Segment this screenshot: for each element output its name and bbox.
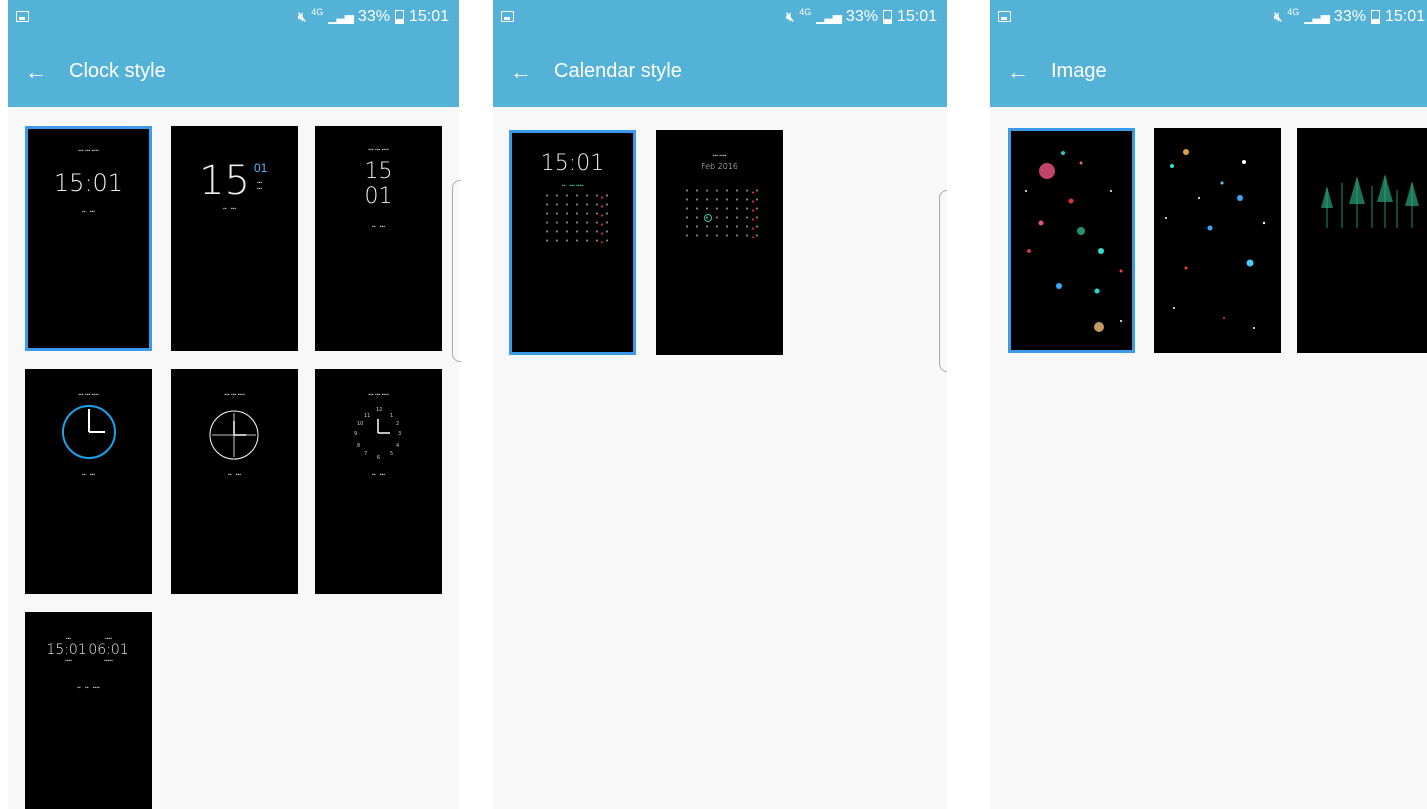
battery-percent: 33% [1333, 8, 1366, 25]
clock-style-screen: 🔇︎ 4G ▁▃▅ 33% 15:01 ← Clock style ▪▪▪ ▪▪… [8, 0, 459, 809]
signal-icon: ▁▃▅ [1304, 10, 1330, 24]
clock-style-split[interactable]: ▪▪▪ ▪▪▪ ▪▪▪▪ 15 01 ▪▪ ▪▪▪ [315, 126, 442, 351]
app-bar: ← Calendar style [493, 36, 947, 107]
clock-style-digital[interactable]: ▪▪▪ ▪▪▪ ▪▪▪▪ 15:01 ▪▪ ▪▪▪ [25, 126, 152, 351]
clock-style-analog-numbers[interactable]: ▪▪▪ ▪▪▪ ▪▪▪▪ 12 3 6 9 1245 7 8 10 11 ▪▪ ▪▪▪ [315, 369, 442, 594]
stars-image [1165, 149, 1266, 329]
mute-icon: 🔇︎ [298, 9, 307, 24]
preview-time: 15:01 [540, 151, 605, 176]
svg-text:4: 4 [396, 443, 399, 449]
svg-text:8: 8 [357, 443, 360, 449]
svg-text:7: 7 [364, 451, 367, 457]
status-time: 15:01 [1384, 8, 1425, 25]
network-type: 4G [1287, 7, 1300, 17]
image-space-planets[interactable] [1008, 128, 1135, 353]
network-type: 4G [799, 7, 812, 17]
analog-clock-icon [62, 405, 116, 459]
svg-text:5: 5 [390, 451, 393, 457]
forest-image [1321, 174, 1419, 228]
edge-panel-handle[interactable] [939, 190, 947, 372]
status-bar: 🔇︎ 4G ▁▃▅ 33% 15:01 [990, 0, 1427, 36]
notification-image-icon [501, 11, 514, 22]
calendar-style-screen: 🔇︎ 4G ▁▃▅ 33% 15:01 ← Calendar style 15:… [493, 0, 947, 809]
svg-text:10: 10 [357, 421, 363, 427]
svg-text:6: 6 [377, 455, 380, 461]
clock-style-analog-white[interactable]: ▪▪▪ ▪▪▪ ▪▪▪▪ ▪▪ ▪▪▪ [171, 369, 298, 594]
preview-minute: 01 [364, 184, 393, 209]
svg-text:12: 12 [376, 407, 382, 413]
edge-panel-handle[interactable] [452, 180, 461, 362]
clock-style-large-digits[interactable]: 15 01 ▪▪▪ ▪▪▪ ▪▪ ▪▪▪ [171, 126, 298, 351]
back-arrow-icon[interactable]: ← [510, 61, 532, 83]
image-forest[interactable] [1297, 128, 1427, 353]
app-bar: ← Clock style [8, 36, 459, 107]
battery-percent: 33% [845, 8, 878, 25]
analog-clock-icon: 12 3 6 9 12 45 78 1011 [354, 407, 401, 461]
mute-icon: 🔇︎ [1274, 9, 1283, 24]
svg-text:9: 9 [354, 431, 357, 437]
page-title: Calendar style [554, 60, 682, 82]
network-type: 4G [311, 7, 324, 17]
notification-image-icon [16, 11, 29, 22]
planets-image [1025, 151, 1123, 332]
calendar-style-month[interactable]: ▪▪▪ ▪▪▪▪ Feb 2016 [656, 130, 783, 355]
back-arrow-icon[interactable]: ← [1007, 61, 1029, 83]
app-bar: ← Image [990, 36, 1427, 107]
preview-time: 15:01 [53, 169, 124, 197]
mute-icon: 🔇︎ [786, 9, 795, 24]
page-title: Clock style [69, 60, 166, 82]
clock-style-dual[interactable]: ▪▪▪ ▪▪▪▪ 15:01 06:01 ▪▪▪▪ ▪▪▪▪▪ ▪▪ ▪▪ ▪▪… [25, 612, 152, 809]
svg-text:3: 3 [398, 431, 401, 437]
back-arrow-icon[interactable]: ← [25, 61, 47, 83]
battery-icon [1370, 10, 1380, 24]
signal-icon: ▁▃▅ [328, 10, 354, 24]
image-space-stars[interactable] [1154, 128, 1281, 353]
status-bar: 🔇︎ 4G ▁▃▅ 33% 15:01 [8, 0, 459, 36]
preview-month: Feb 2016 [700, 162, 739, 171]
clock-style-analog-blue[interactable]: ▪▪▪ ▪▪▪ ▪▪▪▪ ▪▪ ▪▪▪ [25, 369, 152, 594]
mini-calendar-grid [682, 186, 758, 241]
image-screen: 🔇︎ 4G ▁▃▅ 33% 15:01 ← Image [990, 0, 1427, 809]
svg-text:1: 1 [390, 413, 393, 419]
preview-world-time: 06:01 [88, 642, 129, 658]
battery-icon [394, 10, 404, 24]
page-title: Image [1051, 60, 1107, 82]
status-bar: 🔇︎ 4G ▁▃▅ 33% 15:01 [493, 0, 947, 36]
notification-image-icon [998, 11, 1011, 22]
battery-icon [882, 10, 892, 24]
svg-text:2: 2 [396, 421, 399, 427]
svg-text:11: 11 [364, 413, 370, 419]
signal-icon: ▁▃▅ [816, 10, 842, 24]
preview-hour: 15 [364, 159, 393, 184]
status-time: 15:01 [408, 8, 449, 25]
status-time: 15:01 [896, 8, 937, 25]
calendar-style-with-time[interactable]: 15:01 ▪▪ ▪▪▪ ▪▪▪▪ [509, 130, 636, 355]
battery-percent: 33% [357, 8, 390, 25]
analog-clock-icon [209, 410, 259, 460]
